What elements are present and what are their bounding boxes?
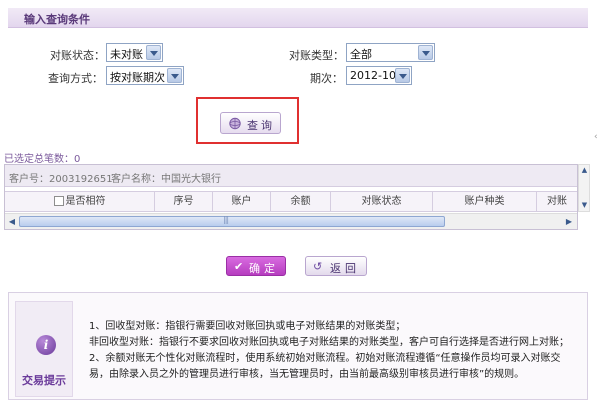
return-icon: ↺ — [313, 260, 323, 273]
chevron-down-icon[interactable] — [418, 45, 433, 60]
method-label: 查询方式： — [48, 72, 103, 85]
tips-sidebar: i 交易提示 — [15, 301, 73, 397]
grid-header: 是否相符 序号 账户 余额 对账状态 账户种类 对账 — [5, 191, 577, 212]
tips-title: 交易提示 — [22, 374, 66, 387]
status-label: 对账状态： — [50, 49, 105, 62]
column-header-account[interactable]: 账户 — [213, 192, 271, 212]
query-button[interactable]: 查询 — [220, 112, 281, 134]
back-button-label: 返回 — [330, 262, 360, 275]
period-select[interactable]: 2012-10 — [346, 66, 412, 85]
chevron-left-icon[interactable]: ‹ — [594, 132, 598, 142]
chevron-down-icon[interactable] — [167, 68, 182, 83]
horizontal-scrollbar[interactable]: ◀ ▶ — [5, 213, 577, 229]
scroll-right-icon[interactable]: ▶ — [563, 216, 575, 227]
tips-line: 1、回收型对账：指银行需要回收对账回执或电子对账结果的对账类型； — [89, 321, 406, 332]
status-select[interactable]: 未对账 — [106, 43, 163, 62]
confirm-button-label: 确定 — [249, 262, 279, 275]
scrollbar-thumb[interactable] — [19, 215, 445, 227]
selected-count: 已选定总笔数：0 — [4, 154, 81, 165]
tips-panel: i 交易提示 1、回收型对账：指银行需要回收对账回执或电子对账结果的对账类型； … — [8, 292, 588, 400]
period-label: 期次： — [310, 72, 343, 85]
type-select[interactable]: 全部 — [346, 43, 435, 62]
query-button-label: 查询 — [247, 119, 275, 132]
chevron-down-icon[interactable] — [146, 45, 161, 60]
vertical-scrollbar[interactable]: ▲ ▼ — [578, 164, 590, 212]
customer-number: 客户号：2003192651 — [9, 174, 113, 185]
column-header-account-type[interactable]: 账户种类 — [433, 192, 537, 212]
search-icon — [229, 117, 241, 130]
page: 输入查询条件 对账状态： 未对账 对账类型： 全部 查询方式： 按对账期次 期次… — [0, 0, 602, 400]
column-header-balance[interactable]: 余额 — [271, 192, 331, 212]
confirm-button[interactable]: ✔ 确定 — [226, 256, 286, 276]
tips-text: 1、回收型对账：指银行需要回收对账回执或电子对账结果的对账类型； 非回收型对账：… — [89, 319, 579, 383]
method-select-value: 按对账期次 — [110, 71, 165, 84]
section-title: 输入查询条件 — [24, 13, 90, 26]
scroll-up-icon[interactable]: ▲ — [580, 166, 589, 175]
status-select-value: 未对账 — [110, 48, 143, 61]
customer-name: 客户名称：中国光大银行 — [111, 174, 221, 185]
chevron-down-icon[interactable] — [395, 68, 410, 83]
type-label: 对账类型： — [289, 49, 344, 62]
scroll-down-icon[interactable]: ▼ — [580, 201, 589, 210]
method-select[interactable]: 按对账期次 — [106, 66, 184, 85]
tips-line: 2、余额对账无个性化对账流程时，使用系统初始对账流程。初始对账流程遵循“任意操作… — [89, 353, 561, 380]
column-header-index[interactable]: 序号 — [155, 192, 213, 212]
back-button[interactable]: ↺ 返回 — [305, 256, 367, 276]
grid-info-bar: 客户号：2003192651 客户名称：中国光大银行 — [5, 165, 577, 187]
tips-line: 非回收型对账：指银行不要求回收对账回执或电子对账结果的对账类型，客户可自行选择是… — [89, 337, 569, 348]
check-icon: ✔ — [234, 260, 244, 273]
select-all-checkbox[interactable] — [53, 196, 64, 206]
info-icon: i — [36, 335, 56, 355]
results-grid: 客户号：2003192651 客户名称：中国光大银行 是否相符 序号 账户 余额… — [4, 164, 578, 230]
column-header-match[interactable]: 是否相符 — [5, 192, 155, 212]
scroll-left-icon[interactable]: ◀ — [6, 216, 18, 227]
type-select-value: 全部 — [350, 48, 372, 61]
column-header-reconcile[interactable]: 对账 — [537, 192, 577, 212]
section-header: 输入查询条件 — [8, 8, 588, 28]
column-header-status[interactable]: 对账状态 — [331, 192, 433, 212]
period-select-value: 2012-10 — [350, 69, 396, 82]
